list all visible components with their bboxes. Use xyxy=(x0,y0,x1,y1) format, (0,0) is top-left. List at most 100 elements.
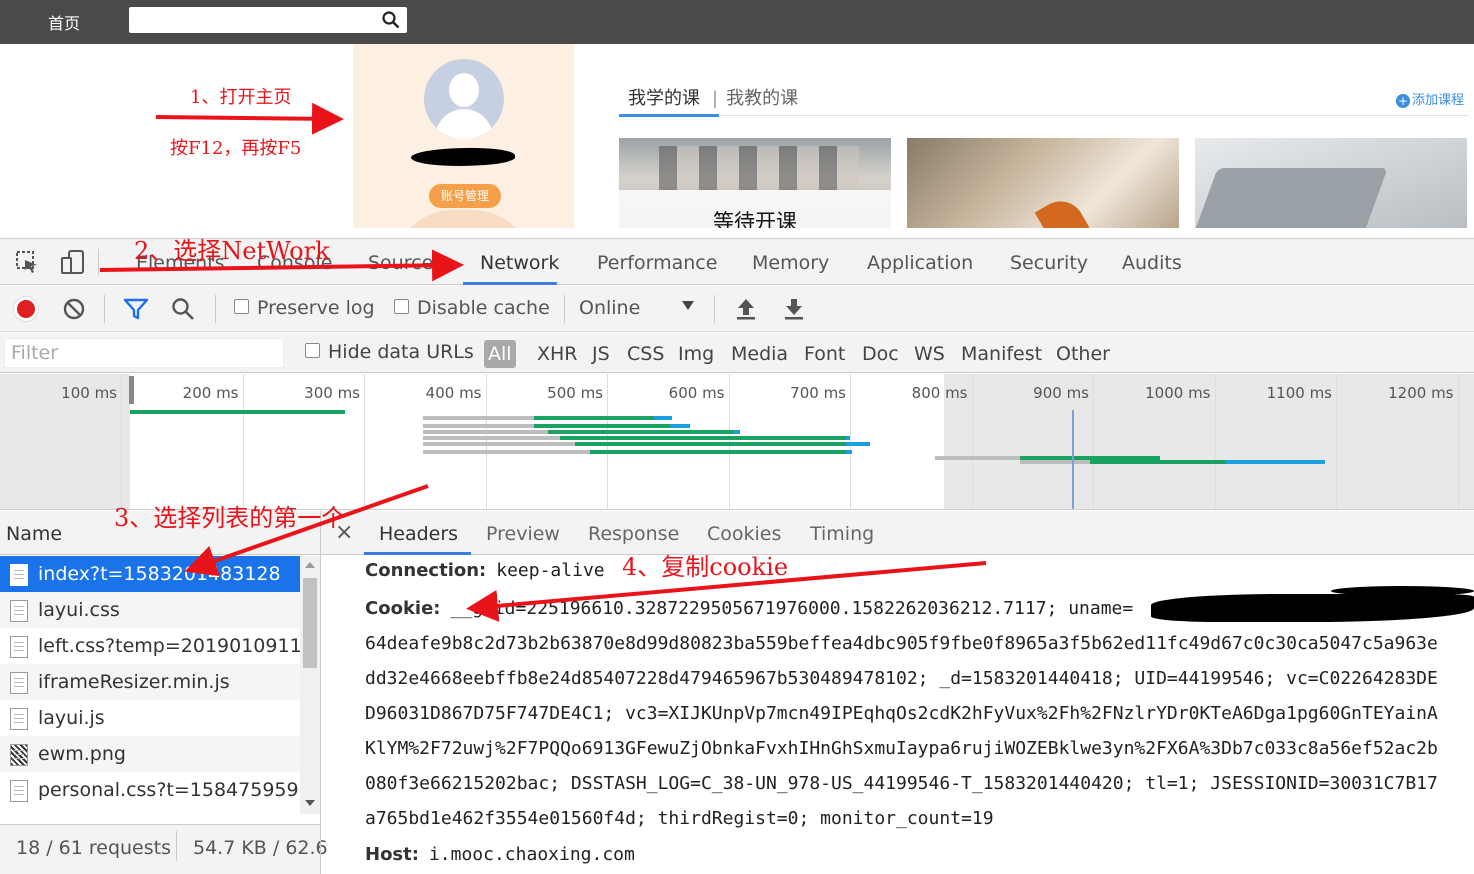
scroll-up-icon[interactable] xyxy=(305,562,315,568)
request-row[interactable]: personal.css?t=15847595910 xyxy=(0,772,300,808)
scrollbar-thumb[interactable] xyxy=(303,578,317,668)
avatar[interactable] xyxy=(424,59,504,139)
request-row[interactable]: layui.js xyxy=(0,700,300,736)
request-row[interactable]: iframeResizer.min.js xyxy=(0,664,300,700)
request-row[interactable]: ewm.png xyxy=(0,736,300,772)
tab-performance[interactable]: Performance xyxy=(597,252,717,274)
preserve-log-checkbox[interactable]: Preserve log xyxy=(234,297,375,319)
tab-application[interactable]: Application xyxy=(867,252,973,274)
home-link[interactable]: 首页 xyxy=(48,10,80,34)
overview-tick-label: 300 ms xyxy=(304,384,360,402)
cookie-value-line[interactable]: KlYM%2F72uwj%2F7PQQo6913GFewuZjObnkaFvxh… xyxy=(365,738,1438,759)
active-tab-indicator xyxy=(463,282,557,285)
request-name: layui.css xyxy=(38,599,120,621)
header-key: Cookie: xyxy=(365,598,441,619)
request-row[interactable]: index?t=1583201483128 xyxy=(0,556,300,592)
overview-range-handle[interactable] xyxy=(129,376,134,404)
cookie-value-line[interactable]: 64deafe9b8c2d73b2b63870e8d99d80823ba559b… xyxy=(365,633,1438,654)
overview-bar-download xyxy=(846,442,870,446)
annotation-step-4: 4、复制cookie xyxy=(622,553,789,581)
request-name: ewm.png xyxy=(38,743,126,765)
request-row[interactable]: left.css?temp=201901091144 xyxy=(0,628,300,664)
course-card[interactable]: 等待开课 xyxy=(619,138,891,228)
type-filter-css[interactable]: CSS xyxy=(627,340,664,368)
disable-cache-checkbox[interactable]: Disable cache xyxy=(394,297,550,319)
type-filter-font[interactable]: Font xyxy=(804,340,845,368)
chevron-down-icon[interactable] xyxy=(682,301,694,310)
active-tab-indicator xyxy=(364,552,471,555)
tab-cookies[interactable]: Cookies xyxy=(707,523,781,545)
tab-timing[interactable]: Timing xyxy=(810,523,874,545)
overview-bar-waiting xyxy=(575,442,846,446)
cookie-value[interactable]: __guid=225196610.3287229505671976000.158… xyxy=(451,598,1134,619)
detail-tab-bar: × Headers Preview Response Cookies Timin… xyxy=(321,511,1474,555)
tab-sources[interactable]: Sources xyxy=(368,252,443,274)
course-image xyxy=(659,146,859,190)
document-icon xyxy=(10,672,28,694)
account-management-button[interactable]: 账号管理 xyxy=(429,184,501,208)
filter-icon[interactable] xyxy=(123,297,149,325)
cookie-value-line[interactable]: dd32e4668eebffb8e24d85407228d479465967b5… xyxy=(365,668,1438,689)
course-card[interactable] xyxy=(1195,138,1467,228)
type-filter-media[interactable]: Media xyxy=(731,340,788,368)
transfer-size: 54.7 KB / 62.6 xyxy=(193,837,328,859)
type-filter-img[interactable]: Img xyxy=(678,340,714,368)
annotation-step-3: 3、选择列表的第一个 xyxy=(114,504,346,532)
tab-network[interactable]: Network xyxy=(480,252,559,274)
hide-data-urls-label: Hide data URLs xyxy=(328,341,474,363)
tab-my-learning[interactable]: 我学的课 xyxy=(620,84,708,116)
network-toolbar: Preserve log Disable cache Online xyxy=(0,286,1474,332)
clear-icon[interactable] xyxy=(62,297,86,325)
device-toolbar-icon[interactable] xyxy=(60,249,86,275)
filter-input[interactable] xyxy=(5,339,275,367)
headers-view: Connection: keep-alive Cookie: __guid=2251… xyxy=(321,556,1474,874)
record-button[interactable] xyxy=(14,297,38,321)
toolbar-separator xyxy=(564,295,565,323)
overview-bar-queue xyxy=(423,450,590,454)
export-har-icon[interactable] xyxy=(783,297,805,325)
overview-tick-label: 400 ms xyxy=(425,384,482,402)
requests-scrollbar[interactable] xyxy=(300,556,320,814)
search-icon[interactable] xyxy=(171,297,195,325)
cookie-value-line[interactable]: a765bd1e462f3554e01560f4d; thirdRegist=0… xyxy=(365,808,994,829)
type-filter-xhr[interactable]: XHR xyxy=(537,340,578,368)
inspect-element-icon[interactable] xyxy=(14,249,40,275)
scroll-down-icon[interactable] xyxy=(305,800,315,806)
overview-bar-queue xyxy=(935,456,1020,460)
request-name: layui.js xyxy=(38,707,105,729)
type-filter-doc[interactable]: Doc xyxy=(862,340,899,368)
course-card[interactable] xyxy=(907,138,1179,228)
site-top-bar: 首页 xyxy=(0,0,1474,44)
hide-data-urls-checkbox[interactable]: Hide data URLs xyxy=(305,341,474,363)
cookie-value-line[interactable]: 080f3e66215202bac; DSSTASH_LOG=C_38-UN_9… xyxy=(365,773,1438,794)
tab-headers[interactable]: Headers xyxy=(379,523,458,545)
type-filter-ws[interactable]: WS xyxy=(914,340,945,368)
tab-security[interactable]: Security xyxy=(1010,252,1088,274)
tab-my-teaching[interactable]: 我教的课 xyxy=(722,84,802,116)
type-filter-js[interactable]: JS xyxy=(592,340,610,368)
cookie-redaction xyxy=(1331,586,1474,596)
tab-response[interactable]: Response xyxy=(588,523,679,545)
import-har-icon[interactable] xyxy=(735,297,757,325)
type-filter-manifest[interactable]: Manifest xyxy=(961,340,1042,368)
checkbox-box[interactable] xyxy=(305,343,320,358)
plus-icon: + xyxy=(1396,94,1410,108)
tab-preview[interactable]: Preview xyxy=(486,523,560,545)
request-name: personal.css?t=15847595910 xyxy=(38,779,300,801)
network-overview[interactable]: 100 ms 200 ms 300 ms 400 ms 500 ms 600 ms 700 … xyxy=(0,374,1474,510)
tab-audits[interactable]: Audits xyxy=(1122,252,1182,274)
throttling-select[interactable]: Online xyxy=(579,297,640,319)
site-search-input[interactable] xyxy=(135,7,375,31)
search-icon[interactable] xyxy=(382,11,400,29)
header-connection: Connection: keep-alive xyxy=(365,560,605,581)
request-row[interactable]: layui.css xyxy=(0,592,300,628)
checkbox-box[interactable] xyxy=(234,299,249,314)
tab-memory[interactable]: Memory xyxy=(752,252,829,274)
add-course-link[interactable]: + 添加课程 xyxy=(1396,89,1464,108)
name-column-header[interactable]: Name xyxy=(6,523,62,545)
cookie-value-line[interactable]: D96031D867D75F747DE4C1; vc3=XIJKUnpVp7mc… xyxy=(365,703,1438,724)
checkbox-box[interactable] xyxy=(394,299,409,314)
type-filter-all[interactable]: All xyxy=(484,340,516,368)
request-name: iframeResizer.min.js xyxy=(38,671,230,693)
type-filter-other[interactable]: Other xyxy=(1056,340,1110,368)
